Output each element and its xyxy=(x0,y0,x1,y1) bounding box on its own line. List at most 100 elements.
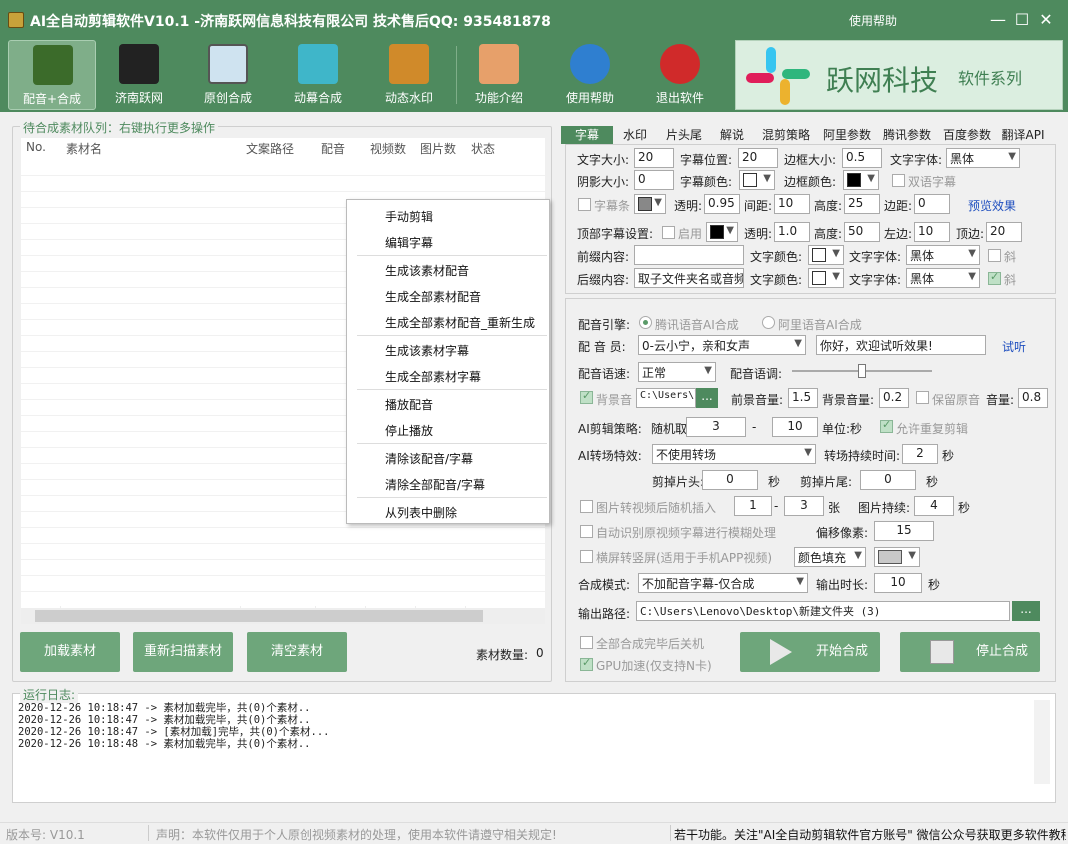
preview-link[interactable]: 预览效果 xyxy=(968,197,1016,214)
bgm-path-input[interactable]: C:\Users\l xyxy=(636,388,696,408)
mode-select[interactable]: 不加配音字幕-仅合成 ▼ xyxy=(638,573,808,593)
bgm-checkbox[interactable] xyxy=(580,389,593,404)
fg-vol-input[interactable]: 1.5 xyxy=(788,388,818,408)
top-margin-input[interactable]: 20 xyxy=(986,222,1022,242)
image-duration-input[interactable]: 4 xyxy=(914,496,954,516)
rescan-material-button[interactable]: 重新扫描素材 xyxy=(133,632,233,672)
col-name[interactable]: 素材名 xyxy=(66,140,102,157)
subtitle-color-picker[interactable]: ▼ xyxy=(739,170,775,190)
subtitle-bar-checkbox[interactable] xyxy=(578,198,591,211)
dual-subtitle-checkbox[interactable] xyxy=(892,174,905,187)
prefix-font-select[interactable]: 黑体 ▼ xyxy=(906,245,980,265)
menu-item-regen-all-voice[interactable]: 生成全部素材配音_重新生成 xyxy=(385,314,535,331)
offset-input[interactable]: 15 xyxy=(874,521,934,541)
shutdown-checkbox[interactable] xyxy=(580,636,593,649)
orig-vol-input[interactable]: 0.8 xyxy=(1018,388,1048,408)
menu-item-stop-play[interactable]: 停止播放 xyxy=(385,422,433,439)
tab-watermark[interactable]: 水印 xyxy=(616,126,654,144)
subtitle-pos-input[interactable]: 20 xyxy=(738,148,778,168)
transition-duration-input[interactable]: 2 xyxy=(902,444,938,464)
margin-input[interactable]: 0 xyxy=(914,194,950,214)
cut-tail-input[interactable]: 0 xyxy=(860,470,916,490)
engine-ali-radio[interactable] xyxy=(762,316,775,329)
toolbar-exit-button[interactable]: 退出软件 xyxy=(636,40,724,110)
image-to-input[interactable]: 3 xyxy=(784,496,824,516)
output-browse-button[interactable]: ... xyxy=(1012,601,1040,621)
tab-subtitle[interactable]: 字幕 xyxy=(561,126,613,144)
shadow-input[interactable]: 0 xyxy=(634,170,674,190)
close-button[interactable]: ✕ xyxy=(1034,8,1058,32)
cut-head-input[interactable]: 0 xyxy=(702,470,758,490)
stop-compose-button[interactable]: 停止合成 xyxy=(900,632,1040,672)
output-path-input[interactable]: C:\Users\Lenovo\Desktop\新建文件夹 (3) xyxy=(636,601,1010,621)
menu-item-manual-edit[interactable]: 手动剪辑 xyxy=(385,208,433,225)
tab-baidu-params[interactable]: 百度参数 xyxy=(938,126,996,144)
bar-color-picker[interactable]: ▼ xyxy=(634,194,666,214)
speed-select[interactable]: 正常 ▼ xyxy=(638,362,716,382)
tab-tencent-params[interactable]: 腾讯参数 xyxy=(878,126,936,144)
gpu-checkbox[interactable] xyxy=(580,656,593,671)
try-listen-link[interactable]: 试听 xyxy=(1002,338,1026,355)
blur-subtitle-checkbox[interactable] xyxy=(580,525,593,538)
height-input[interactable]: 25 xyxy=(844,194,880,214)
engine-tencent-radio[interactable] xyxy=(639,316,652,329)
image-insert-checkbox[interactable] xyxy=(580,500,593,513)
portrait-checkbox[interactable] xyxy=(580,550,593,563)
col-voice[interactable]: 配音 xyxy=(321,140,345,157)
keep-original-checkbox[interactable] xyxy=(916,391,929,404)
toolbar-features-button[interactable]: 功能介绍 xyxy=(455,40,543,110)
log-scrollbar[interactable] xyxy=(1034,700,1050,784)
menu-item-gen-all-subtitles[interactable]: 生成全部素材字幕 xyxy=(385,368,481,385)
font-select[interactable]: 黑体 ▼ xyxy=(946,148,1020,168)
maximize-button[interactable]: ☐ xyxy=(1010,8,1034,32)
col-video-count[interactable]: 视频数 xyxy=(370,140,406,157)
minimize-button[interactable]: — xyxy=(986,8,1010,32)
scrollbar-thumb[interactable] xyxy=(35,610,483,622)
col-image-count[interactable]: 图片数 xyxy=(420,140,456,157)
prefix-input[interactable] xyxy=(634,245,744,265)
allow-repeat-checkbox[interactable] xyxy=(880,418,893,433)
top-color-picker[interactable]: ▼ xyxy=(706,222,738,242)
menu-item-gen-voice[interactable]: 生成该素材配音 xyxy=(385,262,469,279)
menu-item-gen-subtitles[interactable]: 生成该素材字幕 xyxy=(385,342,469,359)
fill-mode-select[interactable]: 颜色填充 ▼ xyxy=(794,547,866,567)
voice-actor-select[interactable]: 0-云小宁，亲和女声 ▼ xyxy=(638,335,806,355)
suffix-input[interactable]: 取子文件夹名或音频 xyxy=(634,268,744,288)
spacing-input[interactable]: 10 xyxy=(774,194,810,214)
prefix-italic-checkbox[interactable] xyxy=(988,249,1001,262)
border-size-input[interactable]: 0.5 xyxy=(842,148,882,168)
prefix-color-picker[interactable]: ▼ xyxy=(808,245,844,265)
border-color-picker[interactable]: ▼ xyxy=(843,170,879,190)
alpha-input[interactable]: 0.95 xyxy=(704,194,740,214)
tone-slider-thumb[interactable] xyxy=(858,364,866,378)
menu-item-play-voice[interactable]: 播放配音 xyxy=(385,396,433,413)
random-from-input[interactable]: 3 xyxy=(686,417,746,437)
tab-intro-outro[interactable]: 片头尾 xyxy=(660,126,708,144)
bg-vol-input[interactable]: 0.2 xyxy=(879,388,909,408)
suffix-font-select[interactable]: 黑体 ▼ xyxy=(906,268,980,288)
horizontal-scrollbar[interactable] xyxy=(21,608,545,624)
menu-item-clear-voice[interactable]: 清除该配音/字幕 xyxy=(385,450,473,467)
col-script-path[interactable]: 文案路径 xyxy=(246,140,294,157)
start-compose-button[interactable]: 开始合成 xyxy=(740,632,880,672)
image-from-input[interactable]: 1 xyxy=(734,496,772,516)
suffix-color-picker[interactable]: ▼ xyxy=(808,268,844,288)
help-link[interactable]: 使用帮助 xyxy=(849,12,897,29)
tab-narration[interactable]: 解说 xyxy=(712,126,752,144)
sample-text-input[interactable]: 你好，欢迎试听效果! xyxy=(816,335,986,355)
output-duration-input[interactable]: 10 xyxy=(874,573,922,593)
transition-select[interactable]: 不使用转场 ▼ xyxy=(652,444,816,464)
tab-mix-strategy[interactable]: 混剪策略 xyxy=(756,126,816,144)
clear-material-button[interactable]: 清空素材 xyxy=(247,632,347,672)
menu-item-gen-all-voice[interactable]: 生成全部素材配音 xyxy=(385,288,481,305)
load-material-button[interactable]: 加载素材 xyxy=(20,632,120,672)
tab-ali-params[interactable]: 阿里参数 xyxy=(818,126,876,144)
col-status[interactable]: 状态 xyxy=(471,140,495,157)
toolbar-animated-compose-button[interactable]: 动幕合成 xyxy=(274,40,362,110)
tone-slider[interactable] xyxy=(792,364,932,378)
toolbar-jinan-button[interactable]: 济南跃网 xyxy=(95,40,183,110)
col-no[interactable]: No. xyxy=(26,140,46,154)
toolbar-help-button[interactable]: 使用帮助 xyxy=(546,40,634,110)
menu-item-edit-subtitles[interactable]: 编辑字幕 xyxy=(385,234,433,251)
tab-translate-api[interactable]: 翻译API xyxy=(997,126,1049,144)
